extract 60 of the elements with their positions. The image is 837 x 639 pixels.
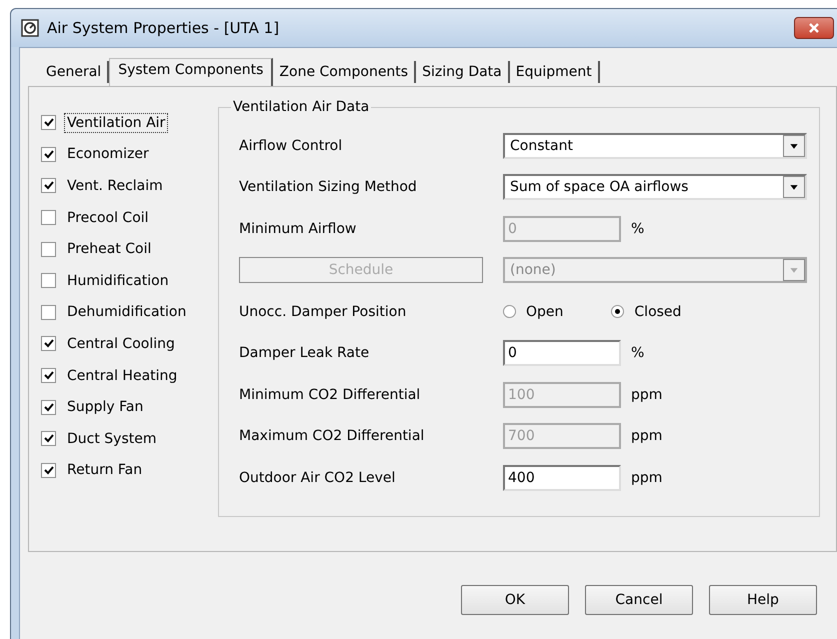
unit-label: % <box>631 220 644 237</box>
radio-button[interactable] <box>503 305 516 318</box>
radio-button[interactable] <box>611 305 624 318</box>
dialog-button[interactable]: Help <box>709 585 817 615</box>
unit-label: ppm <box>631 470 662 486</box>
checkbox-label[interactable]: Vent. Reclaim <box>64 176 166 196</box>
checkbox-label[interactable]: Ventilation Air <box>64 112 168 133</box>
unit-label: ppm <box>631 386 662 403</box>
checkbox-label[interactable]: Supply Fan <box>64 397 146 418</box>
caret-icon <box>783 176 805 198</box>
group-title: Ventilation Air Data <box>232 99 370 115</box>
checkbox-label[interactable]: Duct System <box>64 428 160 449</box>
unit-label: % <box>631 345 644 362</box>
checkbox[interactable] <box>41 273 56 288</box>
checkbox-label[interactable]: Precool Coil <box>64 208 152 228</box>
checkbox[interactable] <box>41 304 56 320</box>
field-label: Damper Leak Rate <box>239 345 370 362</box>
checkbox-label[interactable]: Economizer <box>64 144 152 164</box>
checkbox-label[interactable]: Central Heating <box>64 366 180 386</box>
dropdown[interactable]: Sum of space OA airflows <box>503 174 807 200</box>
checkbox-label[interactable]: Preheat Coil <box>64 239 154 260</box>
checkbox-label[interactable]: Return Fan <box>64 460 146 480</box>
unit-label: ppm <box>631 428 662 444</box>
tab[interactable]: Equipment <box>510 61 600 83</box>
field-label: Airflow Control <box>239 138 344 154</box>
input-field[interactable]: 400 <box>503 464 621 491</box>
tab[interactable]: System Components <box>109 58 274 86</box>
input-field[interactable]: 0 <box>503 340 621 366</box>
close-button[interactable] <box>794 17 834 39</box>
field-label: Ventilation Sizing Method <box>239 179 418 196</box>
checkbox-label[interactable]: Dehumidification <box>64 302 190 322</box>
radio-label[interactable]: Closed <box>634 304 682 320</box>
checkbox[interactable] <box>41 210 56 226</box>
tab[interactable]: Zone Components <box>273 61 416 83</box>
checkbox[interactable] <box>41 368 56 384</box>
app-icon <box>21 19 39 37</box>
checkbox-label[interactable]: Humidification <box>64 270 172 291</box>
radio-label[interactable]: Open <box>526 304 564 320</box>
dropdown[interactable]: Constant <box>503 132 807 159</box>
checkbox[interactable] <box>41 242 56 257</box>
tab[interactable]: Sizing Data <box>416 61 510 83</box>
checkbox[interactable] <box>41 462 56 478</box>
checkbox[interactable] <box>41 431 56 446</box>
field-label: Minimum CO2 Differential <box>239 386 422 403</box>
checkbox-label[interactable]: Central Cooling <box>64 334 178 354</box>
field-label: Unocc. Damper Position <box>239 304 408 320</box>
checkbox[interactable] <box>41 336 56 352</box>
checkbox[interactable] <box>41 178 56 194</box>
caret-icon <box>783 134 805 157</box>
field-label: Maximum CO2 Differential <box>239 428 426 444</box>
caret-icon <box>783 259 805 282</box>
window-title: Air System Properties - [UTA 1] <box>47 19 280 37</box>
checkbox[interactable] <box>41 115 56 130</box>
field-label: Minimum Airflow <box>239 220 358 237</box>
checkbox[interactable] <box>41 400 56 415</box>
dialog-button[interactable]: OK <box>461 585 569 615</box>
checkbox[interactable] <box>41 146 56 162</box>
dialog-button[interactable]: Cancel <box>585 585 693 615</box>
close-icon <box>808 23 820 33</box>
field-label: Outdoor Air CO2 Level <box>239 470 396 486</box>
